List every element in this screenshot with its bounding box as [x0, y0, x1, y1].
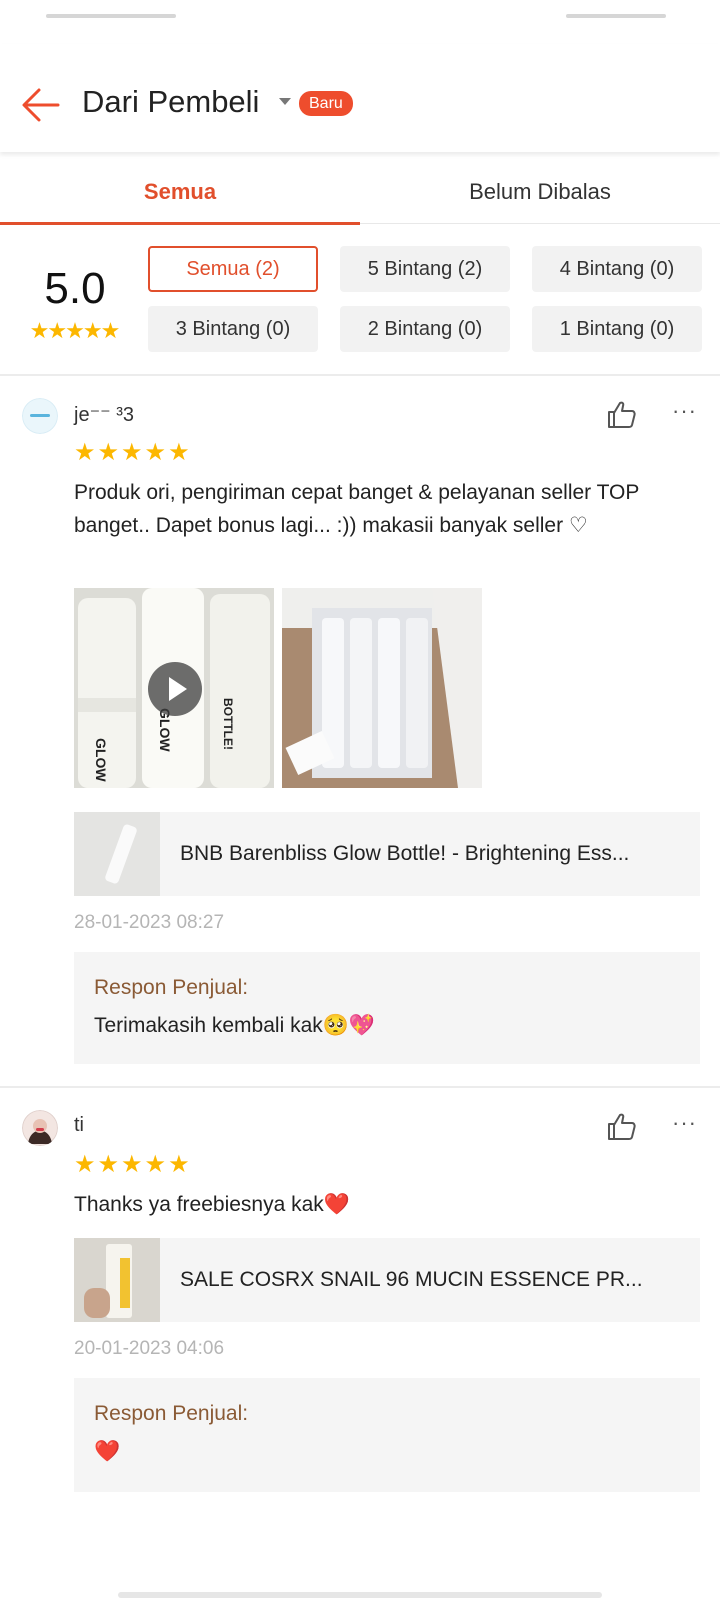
video-thumbnail[interactable]: GLOW GLOW BOTTLE! — [74, 588, 274, 788]
response-title: Respon Penjual: — [94, 1402, 249, 1425]
avatar[interactable] — [22, 398, 58, 434]
average-stars: ★★★★★ — [20, 318, 130, 344]
star-icon: ★ — [74, 439, 96, 466]
avatar[interactable] — [22, 1110, 58, 1146]
response-text: Terimakasih kembali kak🥺💖 — [94, 1014, 376, 1037]
filter-1-star[interactable]: 1 Bintang (0) — [532, 306, 702, 352]
star-icon: ★ — [144, 439, 167, 466]
review-comment: Produk ori, pengiriman cepat banget & pe… — [74, 481, 640, 537]
star-icon: ★ — [168, 1151, 190, 1178]
product-thumbnail — [74, 812, 160, 896]
review-comment: Thanks ya freebiesnya kak❤️ — [74, 1193, 350, 1216]
review-item: ti ··· ★★★★★ Thanks ya freebiesnya kak❤️… — [0, 1088, 720, 1508]
star-icon: ★ — [121, 439, 143, 466]
product-card[interactable]: SALE COSRX SNAIL 96 MUCIN ESSENCE PR... — [74, 1238, 700, 1322]
filter-5-star[interactable]: 5 Bintang (2) — [340, 246, 510, 292]
product-name[interactable]: BNB Barenbliss Glow Bottle! - Brightenin… — [180, 812, 686, 896]
product-thumbnail — [74, 1238, 160, 1322]
star-icon: ★ — [97, 1151, 120, 1178]
play-icon[interactable] — [148, 662, 202, 716]
dropdown-caret-icon[interactable] — [279, 98, 291, 105]
status-icons-left — [46, 14, 176, 18]
review-stars: ★★★★★ — [74, 1150, 192, 1179]
status-bar — [0, 0, 720, 44]
gesture-bar — [118, 1592, 602, 1598]
response-title: Respon Penjual: — [94, 976, 249, 999]
image-thumbnail[interactable] — [282, 588, 482, 788]
tab-bar: Semua Belum Dibalas — [0, 162, 720, 225]
product-card[interactable]: BNB Barenbliss Glow Bottle! - Brightenin… — [74, 812, 700, 896]
filter-2-star[interactable]: 2 Bintang (0) — [340, 306, 510, 352]
review-date: 28-01-2023 08:27 — [74, 912, 225, 933]
average-score: 5.0 — [44, 264, 106, 313]
seller-response: Respon Penjual: ❤️ — [74, 1378, 700, 1492]
thumbs-up-icon[interactable] — [606, 398, 638, 430]
star-icon: ★ — [168, 439, 190, 466]
review-stars: ★★★★★ — [74, 438, 192, 467]
reviewer-name: ti — [74, 1114, 84, 1136]
tab-semua[interactable]: Semua — [0, 162, 360, 225]
more-options-icon[interactable]: ··· — [672, 1110, 697, 1136]
status-icons-right — [566, 14, 666, 18]
filter-4-star[interactable]: 4 Bintang (0) — [532, 246, 702, 292]
new-badge: Baru — [299, 91, 353, 116]
star-icon: ★ — [100, 318, 121, 343]
svg-text:BOTTLE!: BOTTLE! — [221, 698, 235, 750]
thumbs-up-icon[interactable] — [606, 1110, 638, 1142]
product-name[interactable]: SALE COSRX SNAIL 96 MUCIN ESSENCE PR... — [180, 1238, 686, 1322]
star-icon: ★ — [74, 1151, 96, 1178]
filter-all[interactable]: Semua (2) — [148, 246, 318, 292]
rating-summary: 5.0 ★★★★★ Semua (2) 5 Bintang (2) 4 Bint… — [0, 226, 720, 376]
filter-3-star[interactable]: 3 Bintang (0) — [148, 306, 318, 352]
page-title[interactable]: Dari Pembeli — [82, 84, 259, 120]
star-icon: ★ — [144, 1151, 167, 1178]
star-icon: ★ — [121, 1151, 143, 1178]
review-date: 20-01-2023 04:06 — [74, 1338, 225, 1359]
back-arrow-icon[interactable] — [18, 82, 64, 128]
seller-response: Respon Penjual: Terimakasih kembali kak🥺… — [74, 952, 700, 1064]
reviewer-name: je⁻⁻ ³3 — [74, 404, 135, 426]
star-icon: ★ — [97, 439, 120, 466]
app-header: Dari Pembeli Baru — [0, 44, 720, 152]
more-options-icon[interactable]: ··· — [672, 398, 697, 424]
svg-text:GLOW: GLOW — [93, 738, 109, 782]
review-item: je⁻⁻ ³3 ··· ★★★★★ Produk ori, pengiriman… — [0, 378, 720, 1086]
response-text: ❤️ — [94, 1440, 121, 1463]
tab-belum-dibalas[interactable]: Belum Dibalas — [360, 162, 720, 224]
